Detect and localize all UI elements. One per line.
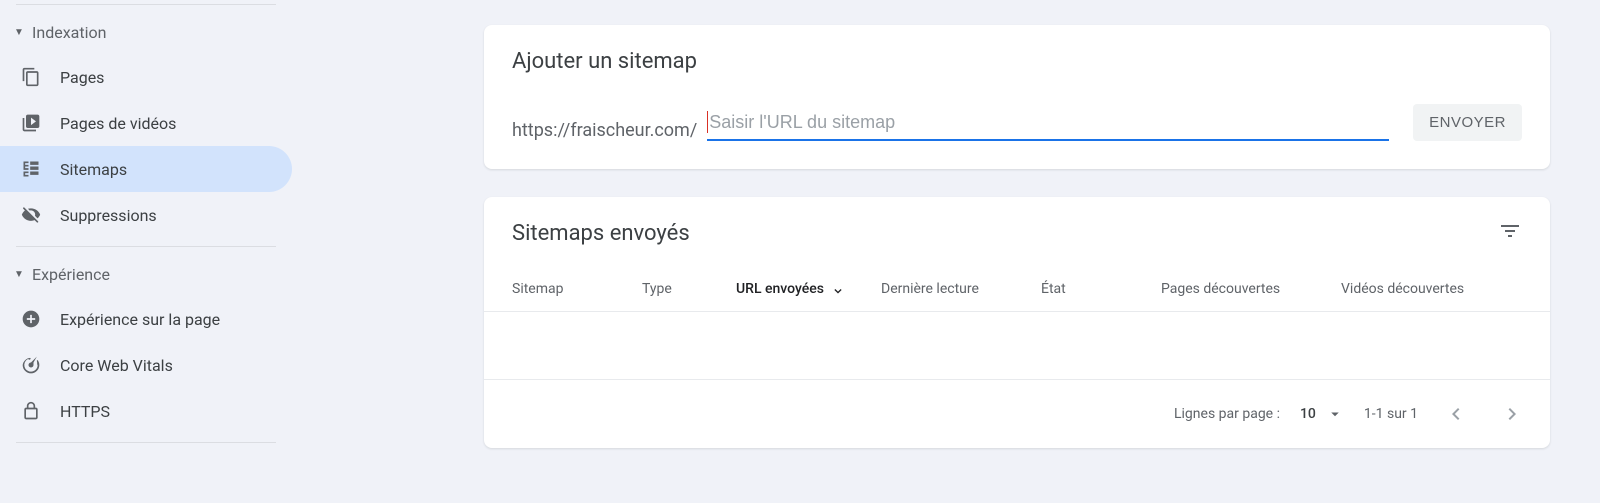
add-sitemap-row: https://fraischeur.com/ ENVOYER: [512, 104, 1522, 141]
rows-per-page-value: 10: [1300, 406, 1316, 422]
sidebar: ▼ Indexation Pages Pages de vidéos Sitem…: [0, 0, 300, 503]
col-pages-discovered[interactable]: Pages découvertes: [1161, 281, 1341, 297]
next-page-button[interactable]: [1494, 396, 1530, 432]
text-caret: [707, 111, 708, 133]
speedometer-icon: [20, 354, 42, 376]
page-experience-icon: [20, 308, 42, 330]
sitemaps-list-card: Sitemaps envoyés Sitemap Type URL envoyé…: [484, 197, 1550, 448]
sidebar-section-indexation[interactable]: ▼ Indexation: [0, 11, 300, 54]
divider: [16, 442, 276, 443]
sidebar-item-label: Core Web Vitals: [60, 356, 173, 375]
col-url-sent-label: URL envoyées: [736, 281, 824, 297]
prev-page-button[interactable]: [1438, 396, 1474, 432]
filter-button[interactable]: [1498, 219, 1522, 247]
col-state[interactable]: État: [1041, 281, 1161, 297]
col-url-sent[interactable]: URL envoyées: [736, 281, 881, 297]
pagination-range: 1-1 sur 1: [1364, 406, 1418, 422]
add-sitemap-title: Ajouter un sitemap: [512, 49, 1522, 74]
sort-desc-icon: [830, 281, 846, 297]
submit-sitemap-button[interactable]: ENVOYER: [1413, 104, 1522, 141]
filter-icon: [1498, 219, 1522, 243]
sidebar-item-page-experience[interactable]: Expérience sur la page: [0, 296, 292, 342]
sidebar-item-label: Suppressions: [60, 206, 157, 225]
chevron-left-icon: [1444, 402, 1468, 426]
sitemaps-list-title: Sitemaps envoyés: [512, 221, 690, 246]
lock-icon: [20, 400, 42, 422]
sidebar-item-pages[interactable]: Pages: [0, 54, 292, 100]
sidebar-item-sitemaps[interactable]: Sitemaps: [0, 146, 292, 192]
rows-per-page-label: Lignes par page :: [1174, 406, 1280, 422]
sitemap-url-input[interactable]: [707, 108, 1389, 141]
table-header-row: Sitemap Type URL envoyées Dernière lectu…: [484, 267, 1550, 312]
add-sitemap-card: Ajouter un sitemap https://fraischeur.co…: [484, 25, 1550, 169]
table-empty-body: [484, 312, 1550, 380]
caret-down-icon: ▼: [14, 270, 24, 280]
dropdown-icon: [1326, 405, 1344, 423]
main-content: Ajouter un sitemap https://fraischeur.co…: [300, 0, 1600, 503]
divider: [16, 246, 276, 247]
table-footer: Lignes par page : 10 1-1 sur 1: [484, 380, 1550, 448]
col-sitemap[interactable]: Sitemap: [512, 281, 642, 297]
col-videos-discovered[interactable]: Vidéos découvertes: [1341, 281, 1522, 297]
sidebar-item-label: HTTPS: [60, 402, 110, 421]
sidebar-item-https[interactable]: HTTPS: [0, 388, 292, 434]
col-type[interactable]: Type: [642, 281, 736, 297]
sidebar-item-label: Sitemaps: [60, 160, 127, 179]
sidebar-item-label: Pages de vidéos: [60, 114, 176, 133]
sidebar-item-label: Pages: [60, 68, 104, 87]
sidebar-item-suppressions[interactable]: Suppressions: [0, 192, 292, 238]
divider: [16, 4, 276, 5]
video-pages-icon: [20, 112, 42, 134]
section-label: Indexation: [32, 23, 106, 42]
sidebar-item-core-web-vitals[interactable]: Core Web Vitals: [0, 342, 292, 388]
pages-icon: [20, 66, 42, 88]
col-last-read[interactable]: Dernière lecture: [881, 281, 1041, 297]
sidebar-section-experience[interactable]: ▼ Expérience: [0, 253, 300, 296]
chevron-right-icon: [1500, 402, 1524, 426]
sidebar-item-video-pages[interactable]: Pages de vidéos: [0, 100, 292, 146]
sitemaps-list-header: Sitemaps envoyés: [484, 197, 1550, 267]
rows-per-page-select[interactable]: 10: [1300, 405, 1344, 423]
url-prefix: https://fraischeur.com/: [512, 120, 697, 141]
section-label: Expérience: [32, 265, 110, 284]
caret-down-icon: ▼: [14, 28, 24, 38]
sitemap-icon: [20, 158, 42, 180]
sidebar-item-label: Expérience sur la page: [60, 310, 220, 329]
suppressions-icon: [20, 204, 42, 226]
